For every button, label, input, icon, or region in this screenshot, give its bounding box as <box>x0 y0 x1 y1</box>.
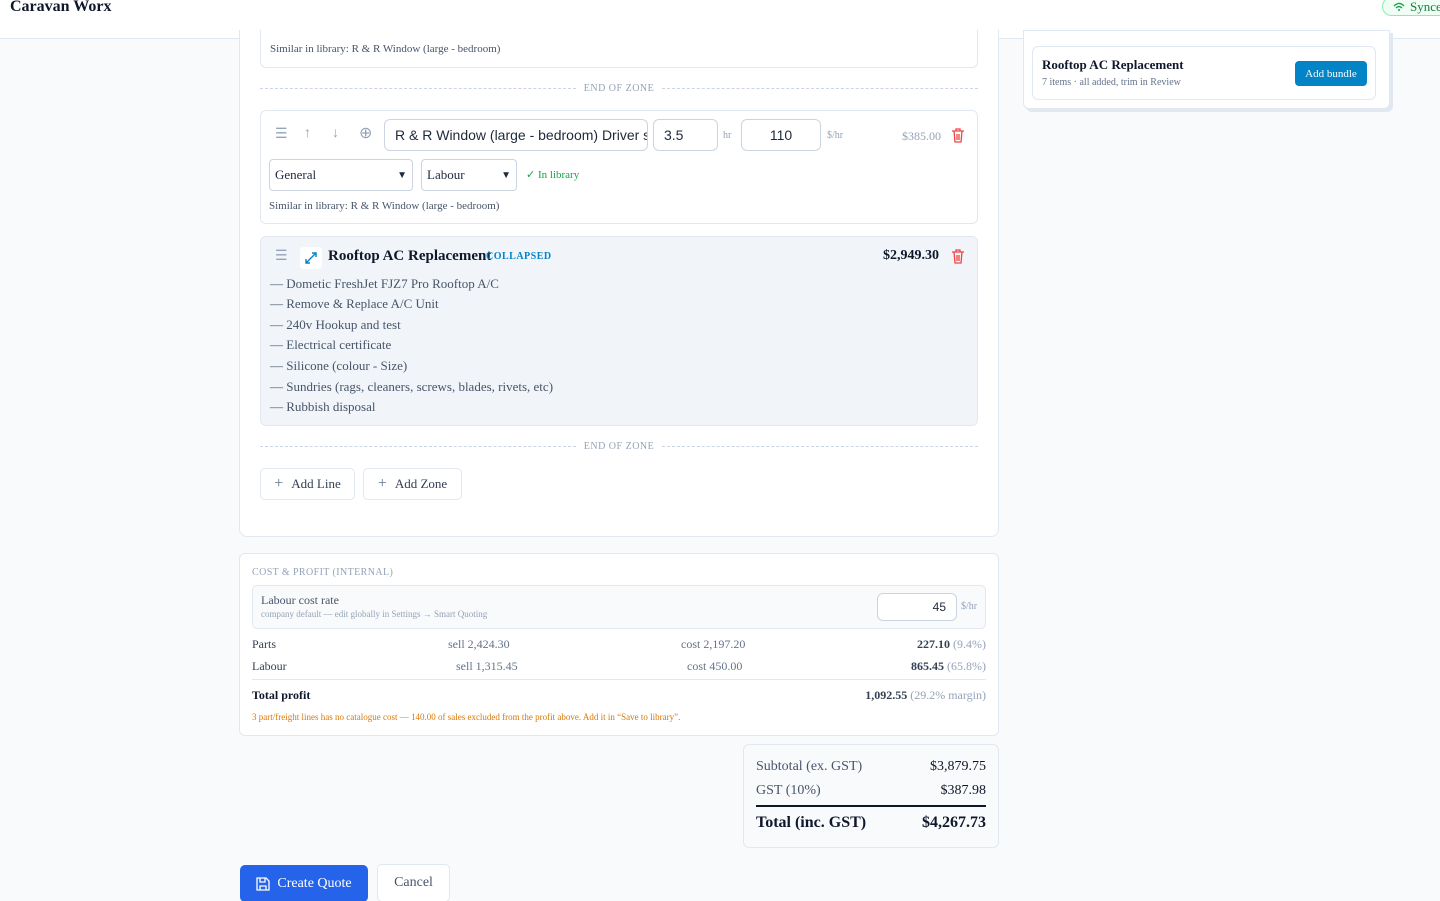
suggested-bundle-meta: 7 items · all added, trim in Review <box>1042 77 1181 88</box>
drag-handle-icon[interactable]: ☰ <box>275 250 288 264</box>
subtotal-label: Subtotal (ex. GST) <box>756 759 863 774</box>
qty-unit: hr <box>723 130 732 141</box>
cancel-button[interactable]: Cancel <box>377 864 450 901</box>
category-select[interactable]: General ▼ <box>269 159 413 191</box>
cost-profit-panel: COST & PROFIT (INTERNAL) Labour cost rat… <box>239 553 999 736</box>
collapsed-badge: COLLAPSED <box>486 251 552 262</box>
line-item-card: ☰ ↑ ↓ ⊕ R & R Window (large - bedroom) D… <box>260 110 978 224</box>
wifi-icon <box>1393 2 1405 11</box>
suggested-bundle-title: Rooftop AC Replacement <box>1042 57 1184 72</box>
labour-rate-box: Labour cost rate company default — edit … <box>252 585 986 629</box>
parts-profit: 227.10 (9.4%) <box>917 637 986 652</box>
total-profit-value: 1,092.55 <box>865 688 908 702</box>
chevron-down-icon: ▼ <box>501 169 511 181</box>
add-zone-label: Add Zone <box>394 476 448 491</box>
add-line-label: Add Line <box>291 476 341 491</box>
bundle-item: — Sundries (rags, cleaners, screws, blad… <box>270 379 554 394</box>
labour-profit: 865.45 (65.8%) <box>911 659 986 674</box>
line-similar-text: Similar in library: R & R Window (large … <box>269 200 500 212</box>
plus-icon: + <box>377 475 387 492</box>
drag-handle-icon[interactable]: ☰ <box>275 128 288 142</box>
bundle-item: — Remove & Replace A/C Unit <box>270 296 439 311</box>
labour-sell: sell 1,315.45 <box>456 659 518 673</box>
type-select[interactable]: Labour ▼ <box>421 159 517 191</box>
labour-rate-input[interactable]: 45 <box>877 593 957 621</box>
parts-label: Parts <box>252 637 276 651</box>
total-profit: 1,092.55 (29.2% margin) <box>865 688 986 703</box>
labour-rate-unit: $/hr <box>961 601 978 612</box>
bundle-item: — Dometic FreshJet FJZ7 Pro Rooftop A/C <box>270 276 499 291</box>
trash-icon[interactable] <box>951 249 965 264</box>
type-value: Labour <box>427 167 465 182</box>
brand-name: Caravan Worx <box>10 0 112 15</box>
suggested-bundle-card: Rooftop AC Replacement 7 items · all add… <box>1032 46 1376 100</box>
trash-icon[interactable] <box>951 128 965 143</box>
gst-label: GST (10%) <box>756 783 821 798</box>
labour-cost: cost 450.00 <box>687 659 743 673</box>
bundle-item: — Silicone (colour - Size) <box>270 358 408 373</box>
end-of-zone-divider: END OF ZONE <box>260 81 978 95</box>
sync-status-badge: Synced <box>1382 0 1440 16</box>
bundle-item: — 240v Hookup and test <box>270 317 401 332</box>
subtotal-value: $3,879.75 <box>930 759 986 774</box>
bundle-title: Rooftop AC Replacement <box>328 248 492 264</box>
labour-profit-pct: (65.8%) <box>947 659 986 673</box>
gst-row: GST (10%) $387.98 <box>756 783 986 799</box>
totals-panel: Subtotal (ex. GST) $3,879.75 GST (10%) $… <box>743 744 999 848</box>
move-down-icon[interactable]: ↓ <box>332 127 339 141</box>
bundle-total: $2,949.30 <box>883 248 939 263</box>
parts-profit-value: 227.10 <box>917 637 950 651</box>
line-description-input[interactable]: R & R Window (large - bedroom) Driver si… <box>384 119 648 151</box>
parts-sell: sell 2,424.30 <box>448 637 510 651</box>
parts-profit-pct: (9.4%) <box>953 637 986 651</box>
grand-total-label: Total (inc. GST) <box>756 814 867 831</box>
previous-line-similar: Similar in library: R & R Window (large … <box>270 43 501 55</box>
add-line-button[interactable]: + Add Line <box>260 468 355 500</box>
divider <box>252 679 986 680</box>
end-of-zone-divider: END OF ZONE <box>260 439 978 453</box>
labour-profit-value: 865.45 <box>911 659 944 673</box>
add-bundle-button[interactable]: Add bundle <box>1295 61 1367 86</box>
total-profit-margin: (29.2% margin) <box>910 688 986 702</box>
move-up-icon[interactable]: ↑ <box>304 127 311 141</box>
gst-value: $387.98 <box>940 783 987 798</box>
totals-divider <box>756 805 986 807</box>
add-zone-button[interactable]: + Add Zone <box>363 468 462 500</box>
expand-icon[interactable] <box>300 247 322 269</box>
line-rate-input[interactable]: 110 <box>741 119 821 151</box>
cost-profit-heading: COST & PROFIT (INTERNAL) <box>252 567 394 578</box>
labour-rate-label: Labour cost rate <box>261 593 339 607</box>
total-profit-label: Total profit <box>252 688 311 702</box>
labour-rate-hint: company default — edit globally in Setti… <box>261 609 488 619</box>
in-library-label: In library <box>537 169 580 181</box>
bundle-card: ☰ Rooftop AC Replacement COLLAPSED $2,94… <box>260 236 978 426</box>
bundle-item: — Rubbish disposal <box>270 399 376 414</box>
end-of-zone-label: END OF ZONE <box>583 82 655 94</box>
sync-status-label: Synced <box>1410 0 1440 14</box>
category-value: General <box>275 167 317 182</box>
grand-total-value: $4,267.73 <box>922 814 986 831</box>
save-icon <box>256 876 271 891</box>
in-library-status: ✓ In library <box>526 168 579 181</box>
line-total: $385.00 <box>902 129 941 143</box>
add-circle-icon[interactable]: ⊕ <box>359 126 372 142</box>
create-quote-button[interactable]: Create Quote <box>240 865 368 901</box>
quote-lines-panel: Similar in library: R & R Window (large … <box>239 30 999 537</box>
plus-icon: + <box>274 475 284 492</box>
grand-total-row: Total (inc. GST) $4,267.73 <box>756 814 986 832</box>
create-quote-label: Create Quote <box>277 875 352 891</box>
cost-warning: 3 part/freight lines has no catalogue co… <box>252 712 681 722</box>
check-icon: ✓ <box>526 169 536 181</box>
rate-unit: $/hr <box>827 130 844 141</box>
suggestions-sidebar: Rooftop AC Replacement 7 items · all add… <box>1023 30 1390 109</box>
previous-line-card: Similar in library: R & R Window (large … <box>260 30 978 68</box>
subtotal-row: Subtotal (ex. GST) $3,879.75 <box>756 759 986 775</box>
labour-label: Labour <box>252 659 287 673</box>
parts-cost: cost 2,197.20 <box>681 637 746 651</box>
bundle-item: — Electrical certificate <box>270 337 392 352</box>
line-qty-input[interactable]: 3.5 <box>653 119 718 151</box>
end-of-zone-label: END OF ZONE <box>583 440 655 452</box>
chevron-down-icon: ▼ <box>397 169 407 181</box>
